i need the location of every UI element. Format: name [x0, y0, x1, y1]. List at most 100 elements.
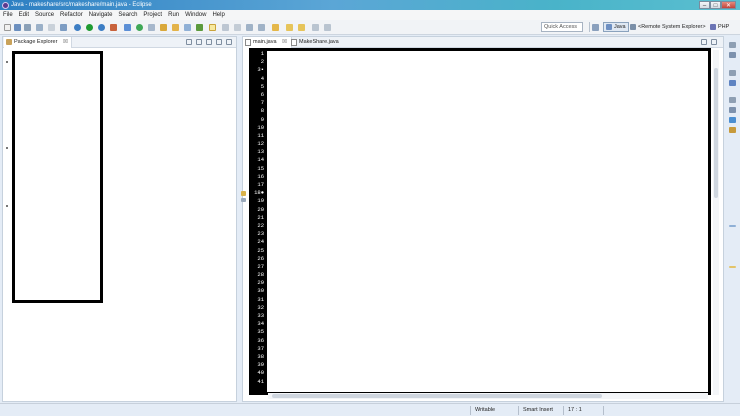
debug-icon[interactable]	[74, 24, 81, 31]
line-number: 38	[257, 352, 264, 360]
outline-icon[interactable]	[729, 52, 736, 58]
title-bar: Java - makeshare/src/makeshare/main.java…	[0, 0, 740, 10]
print-icon[interactable]	[36, 24, 43, 31]
menu-window[interactable]: Window	[185, 12, 206, 18]
task-icon[interactable]	[196, 24, 203, 31]
open-folder-icon[interactable]	[172, 24, 179, 31]
last-edit-icon[interactable]	[272, 24, 279, 31]
java-perspective-icon	[606, 24, 612, 30]
perspective-remote-system-explorer[interactable]: <Remote System Explorer>	[630, 22, 706, 32]
minimize-view-icon[interactable]	[701, 39, 707, 45]
warning-marker-icon[interactable]	[241, 191, 246, 196]
search-icon[interactable]	[184, 24, 191, 31]
tree-expand-icon[interactable]	[6, 147, 8, 149]
menu-project[interactable]: Project	[143, 12, 162, 18]
task-list-icon[interactable]	[729, 80, 736, 86]
editor-view-tools	[701, 39, 717, 45]
line-number: 40	[257, 369, 264, 377]
code-editor[interactable]	[264, 48, 711, 395]
restore-icon[interactable]	[729, 97, 736, 103]
overview-marker[interactable]	[729, 266, 736, 268]
console-icon[interactable]	[729, 117, 736, 123]
eclipse-logo-icon	[2, 1, 9, 9]
external-tools-icon[interactable]	[110, 24, 117, 31]
java-file-icon	[291, 39, 297, 46]
highlight-icon[interactable]	[209, 24, 216, 31]
scrollbar-thumb[interactable]	[714, 68, 718, 198]
tree-expand-icon[interactable]	[6, 205, 8, 207]
search-results-icon[interactable]	[729, 127, 736, 133]
new-icon[interactable]	[4, 24, 11, 31]
tree-expand-icon[interactable]	[6, 61, 8, 63]
debug-skip-icon[interactable]	[60, 24, 67, 31]
open-type-icon[interactable]	[160, 24, 167, 31]
dropdown-icon[interactable]	[324, 24, 331, 31]
link-with-editor-icon[interactable]	[196, 39, 202, 45]
maximize-view-icon[interactable]	[711, 39, 717, 45]
new-java-project-icon[interactable]	[124, 24, 131, 31]
close-tab-icon[interactable]: ☒	[282, 39, 287, 45]
save-icon[interactable]	[14, 24, 21, 31]
run-last-icon[interactable]	[98, 24, 105, 31]
java-file-icon	[245, 39, 251, 46]
menu-source[interactable]: Source	[35, 12, 54, 18]
tab-main-java[interactable]: main.java ☒	[243, 37, 293, 48]
restore-icon[interactable]	[729, 42, 736, 48]
line-number: 11	[257, 131, 264, 139]
annotation-next-icon[interactable]	[246, 24, 253, 31]
perspective-php[interactable]: PHP	[710, 22, 729, 32]
line-number: 24	[257, 238, 264, 246]
show-whitespace-icon[interactable]	[222, 24, 229, 31]
block-select-icon[interactable]	[234, 24, 241, 31]
collapse-all-icon[interactable]	[186, 39, 192, 45]
tab-package-explorer[interactable]: Package Explorer ☒	[4, 37, 72, 48]
menu-refactor[interactable]: Refactor	[60, 12, 83, 18]
tab-makeshare-java[interactable]: MakeShare.java	[289, 37, 339, 48]
line-number: 5	[260, 82, 264, 90]
overview-marker[interactable]	[729, 225, 736, 227]
status-writable: Writable	[470, 406, 518, 415]
maximize-view-icon[interactable]	[226, 39, 232, 45]
perspective-java[interactable]: Java	[603, 22, 629, 32]
close-button[interactable]: ✕	[721, 0, 736, 9]
menu-run[interactable]: Run	[168, 12, 179, 18]
line-number: 15	[257, 164, 264, 172]
menu-navigate[interactable]: Navigate	[89, 12, 113, 18]
menu-bar: File Edit Source Refactor Navigate Searc…	[0, 10, 740, 20]
menu-help[interactable]: Help	[212, 12, 224, 18]
build-icon[interactable]	[48, 24, 55, 31]
menu-search[interactable]: Search	[118, 12, 137, 18]
vertical-scrollbar[interactable]	[713, 50, 719, 395]
horizontal-scrollbar[interactable]	[268, 393, 708, 399]
run-icon[interactable]	[86, 24, 93, 31]
new-package-icon[interactable]	[148, 24, 155, 31]
minimize-button[interactable]: –	[699, 0, 710, 9]
menu-file[interactable]: File	[3, 12, 13, 18]
line-number: 7	[260, 99, 264, 107]
line-number: 9	[260, 115, 264, 123]
forward-icon[interactable]	[298, 24, 305, 31]
menu-edit[interactable]: Edit	[19, 12, 29, 18]
close-tab-icon[interactable]: ☒	[63, 39, 68, 45]
line-number: 17	[257, 181, 264, 188]
problems-icon[interactable]	[729, 107, 736, 113]
scrollbar-thumb[interactable]	[272, 394, 602, 398]
collapse-marker-icon[interactable]	[241, 198, 246, 202]
save-all-icon[interactable]	[24, 24, 31, 31]
back-icon[interactable]	[286, 24, 293, 31]
editor-tabbar: main.java ☒ MakeShare.java	[243, 37, 723, 48]
new-class-icon[interactable]	[136, 24, 143, 31]
view-menu-icon[interactable]	[206, 39, 212, 45]
annotation-prev-icon[interactable]	[258, 24, 265, 31]
minimize-view-icon[interactable]	[216, 39, 222, 45]
open-perspective-icon[interactable]	[592, 24, 599, 31]
package-tree[interactable]	[12, 51, 103, 303]
quick-access-input[interactable]: Quick Access	[541, 22, 583, 32]
restore-icon[interactable]	[729, 70, 736, 76]
package-explorer-label: Package Explorer	[14, 39, 58, 45]
line-number: 13	[257, 148, 264, 156]
status-insert-mode: Smart Insert	[518, 406, 563, 415]
pin-editor-icon[interactable]	[312, 24, 319, 31]
php-perspective-icon	[710, 24, 716, 30]
maximize-button[interactable]: □	[710, 0, 721, 9]
